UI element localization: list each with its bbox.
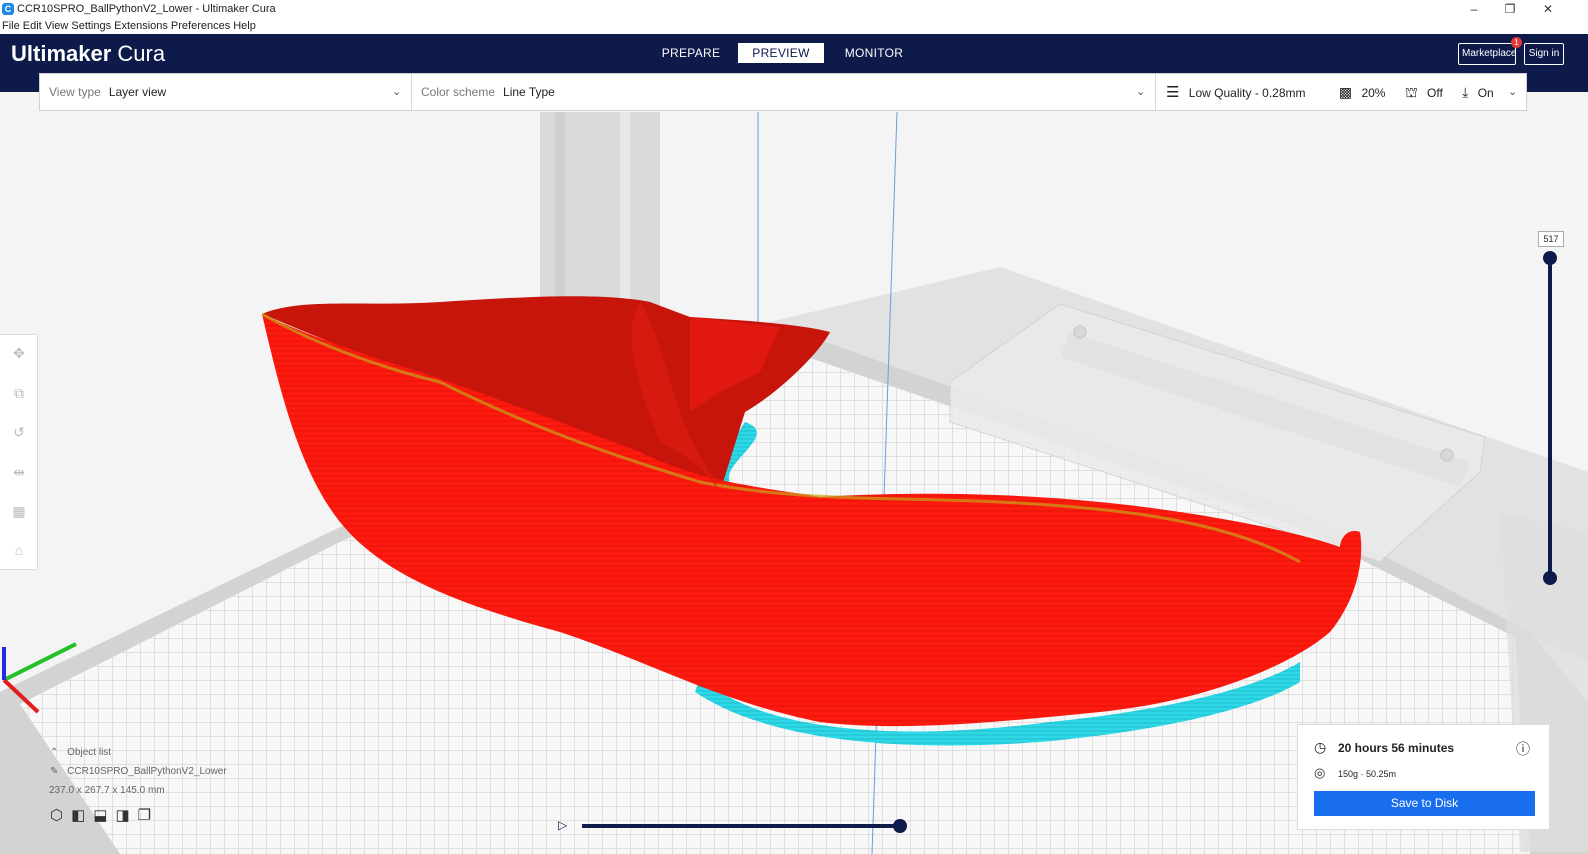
menu-help[interactable]: Help <box>233 20 256 32</box>
view-type-value: Layer view <box>108 85 167 99</box>
chevron-down-icon[interactable]: ⌄ <box>1508 85 1517 98</box>
adhesion-value: On <box>1477 86 1494 100</box>
sign-in-button[interactable]: Sign in <box>1524 43 1564 65</box>
menu-edit[interactable]: Edit <box>23 20 42 32</box>
chevron-down-icon[interactable]: ⌄ <box>1136 85 1145 98</box>
path-slider-handle[interactable] <box>893 819 907 833</box>
color-scheme-value: Line Type <box>503 85 555 99</box>
path-slider-track[interactable] <box>582 824 900 828</box>
marketplace-button[interactable]: Marketplace <box>1458 43 1516 65</box>
marketplace-badge: 1 <box>1511 37 1522 48</box>
menu-extensions[interactable]: Extensions <box>114 20 168 32</box>
tab-preview[interactable]: PREVIEW <box>738 43 824 63</box>
top-view-icon[interactable]: ⬓ <box>93 807 115 824</box>
settings-sliders-icon: ☰ <box>1166 84 1180 101</box>
infill-value: 20% <box>1361 86 1386 100</box>
layer-number-input[interactable]: 517 <box>1538 231 1564 247</box>
tab-prepare[interactable]: PREPARE <box>656 43 726 63</box>
toolbar-divider <box>411 74 412 110</box>
layer-slider-upper-handle[interactable] <box>1543 251 1557 265</box>
move-icon[interactable]: ✥ <box>9 343 29 363</box>
right-view-icon[interactable]: ❐ <box>138 807 159 824</box>
adhesion-icon: ⤓ <box>1462 84 1469 100</box>
material-usage: 150g · 50.25m <box>1338 769 1397 779</box>
play-icon[interactable]: ▷ <box>558 818 567 832</box>
3d-view-icon[interactable]: ⬡ <box>50 807 71 824</box>
tab-monitor[interactable]: MONITOR <box>838 43 910 63</box>
print-settings-button[interactable]: ☰ Low Quality - 0.28mm ▩ 20% ⛫ Off ⤓ On <box>1166 74 1506 110</box>
profile-value: Low Quality - 0.28mm <box>1188 86 1306 100</box>
menu-preferences[interactable]: Preferences <box>171 20 230 32</box>
object-list-item[interactable]: ✎ CCR10SPRO_BallPythonV2_Lower <box>50 766 227 777</box>
window-titlebar: C CCR10SPRO_BallPythonV2_Lower - Ultimak… <box>0 0 1588 18</box>
scale-icon[interactable]: ⧉ <box>9 383 29 403</box>
material-spool-icon: ◎ <box>1314 765 1326 780</box>
menu-settings[interactable]: Settings <box>71 20 111 32</box>
tool-panel: ✥ ⧉ ↺ ⇹ ▦ ⌂ <box>0 334 38 570</box>
print-summary-panel: ◷ 20 hours 56 minutes ⓘ ◎ 150g · 50.25m … <box>1297 724 1550 830</box>
menu-file[interactable]: File <box>2 20 20 32</box>
layer-slider-lower-handle[interactable] <box>1543 571 1557 585</box>
edit-icon: ✎ <box>50 766 59 777</box>
object-dimensions: 237.0 x 267.7 x 145.0 mm <box>49 785 165 796</box>
view-toolbar: View type Layer view ⌄ Color scheme Line T… <box>39 73 1527 111</box>
mirror-icon[interactable]: ⇹ <box>9 462 29 482</box>
object-list-label: Object list <box>67 747 112 758</box>
chevron-down-icon[interactable]: ⌄ <box>392 85 401 98</box>
object-name: CCR10SPRO_BallPythonV2_Lower <box>67 766 227 777</box>
object-list-panel: ⌃ Object list ✎ CCR10SPRO_BallPythonV2_L… <box>49 747 227 824</box>
color-scheme-dropdown[interactable]: Color scheme Line Type <box>421 74 555 110</box>
camera-views: ⬡◧⬓◨❐ <box>50 806 227 824</box>
left-view-icon[interactable]: ◨ <box>115 807 137 824</box>
logo-light: Cura <box>111 41 166 66</box>
infill-icon: ▩ <box>1338 84 1353 100</box>
per-model-settings-icon[interactable]: ▦ <box>9 501 29 521</box>
layer-slider-track[interactable] <box>1548 258 1552 578</box>
app-logo: Ultimaker Cura <box>11 40 165 68</box>
close-button[interactable]: ✕ <box>1530 0 1566 18</box>
menubar: File Edit View Settings Extensions Preference… <box>0 18 1588 34</box>
menu-view[interactable]: View <box>45 20 69 32</box>
save-to-disk-button[interactable]: Save to Disk <box>1314 791 1535 816</box>
print-time: 20 hours 56 minutes <box>1338 741 1455 755</box>
chevron-up-icon: ⌃ <box>50 747 59 758</box>
color-scheme-label: Color scheme <box>421 85 496 99</box>
minimize-button[interactable]: – <box>1456 0 1492 18</box>
logo-bold: Ultimaker <box>11 41 112 66</box>
toolbar-divider <box>1155 74 1156 110</box>
rotate-icon[interactable]: ↺ <box>9 422 29 442</box>
support-icon: ⛫ <box>1404 84 1418 100</box>
cura-icon: C <box>2 3 14 15</box>
object-list-header[interactable]: ⌃ Object list <box>50 747 227 758</box>
view-type-label: View type <box>49 85 101 99</box>
restore-button[interactable]: ❐ <box>1492 0 1528 18</box>
support-value: Off <box>1427 86 1443 100</box>
window-title: CCR10SPRO_BallPythonV2_Lower - Ultimaker… <box>17 3 276 15</box>
front-view-icon[interactable]: ◧ <box>71 807 93 824</box>
info-icon[interactable]: ⓘ <box>1516 739 1530 759</box>
support-blocker-icon[interactable]: ⌂ <box>9 540 29 560</box>
clock-icon: ◷ <box>1314 739 1327 755</box>
view-type-dropdown[interactable]: View type Layer view <box>49 74 166 110</box>
